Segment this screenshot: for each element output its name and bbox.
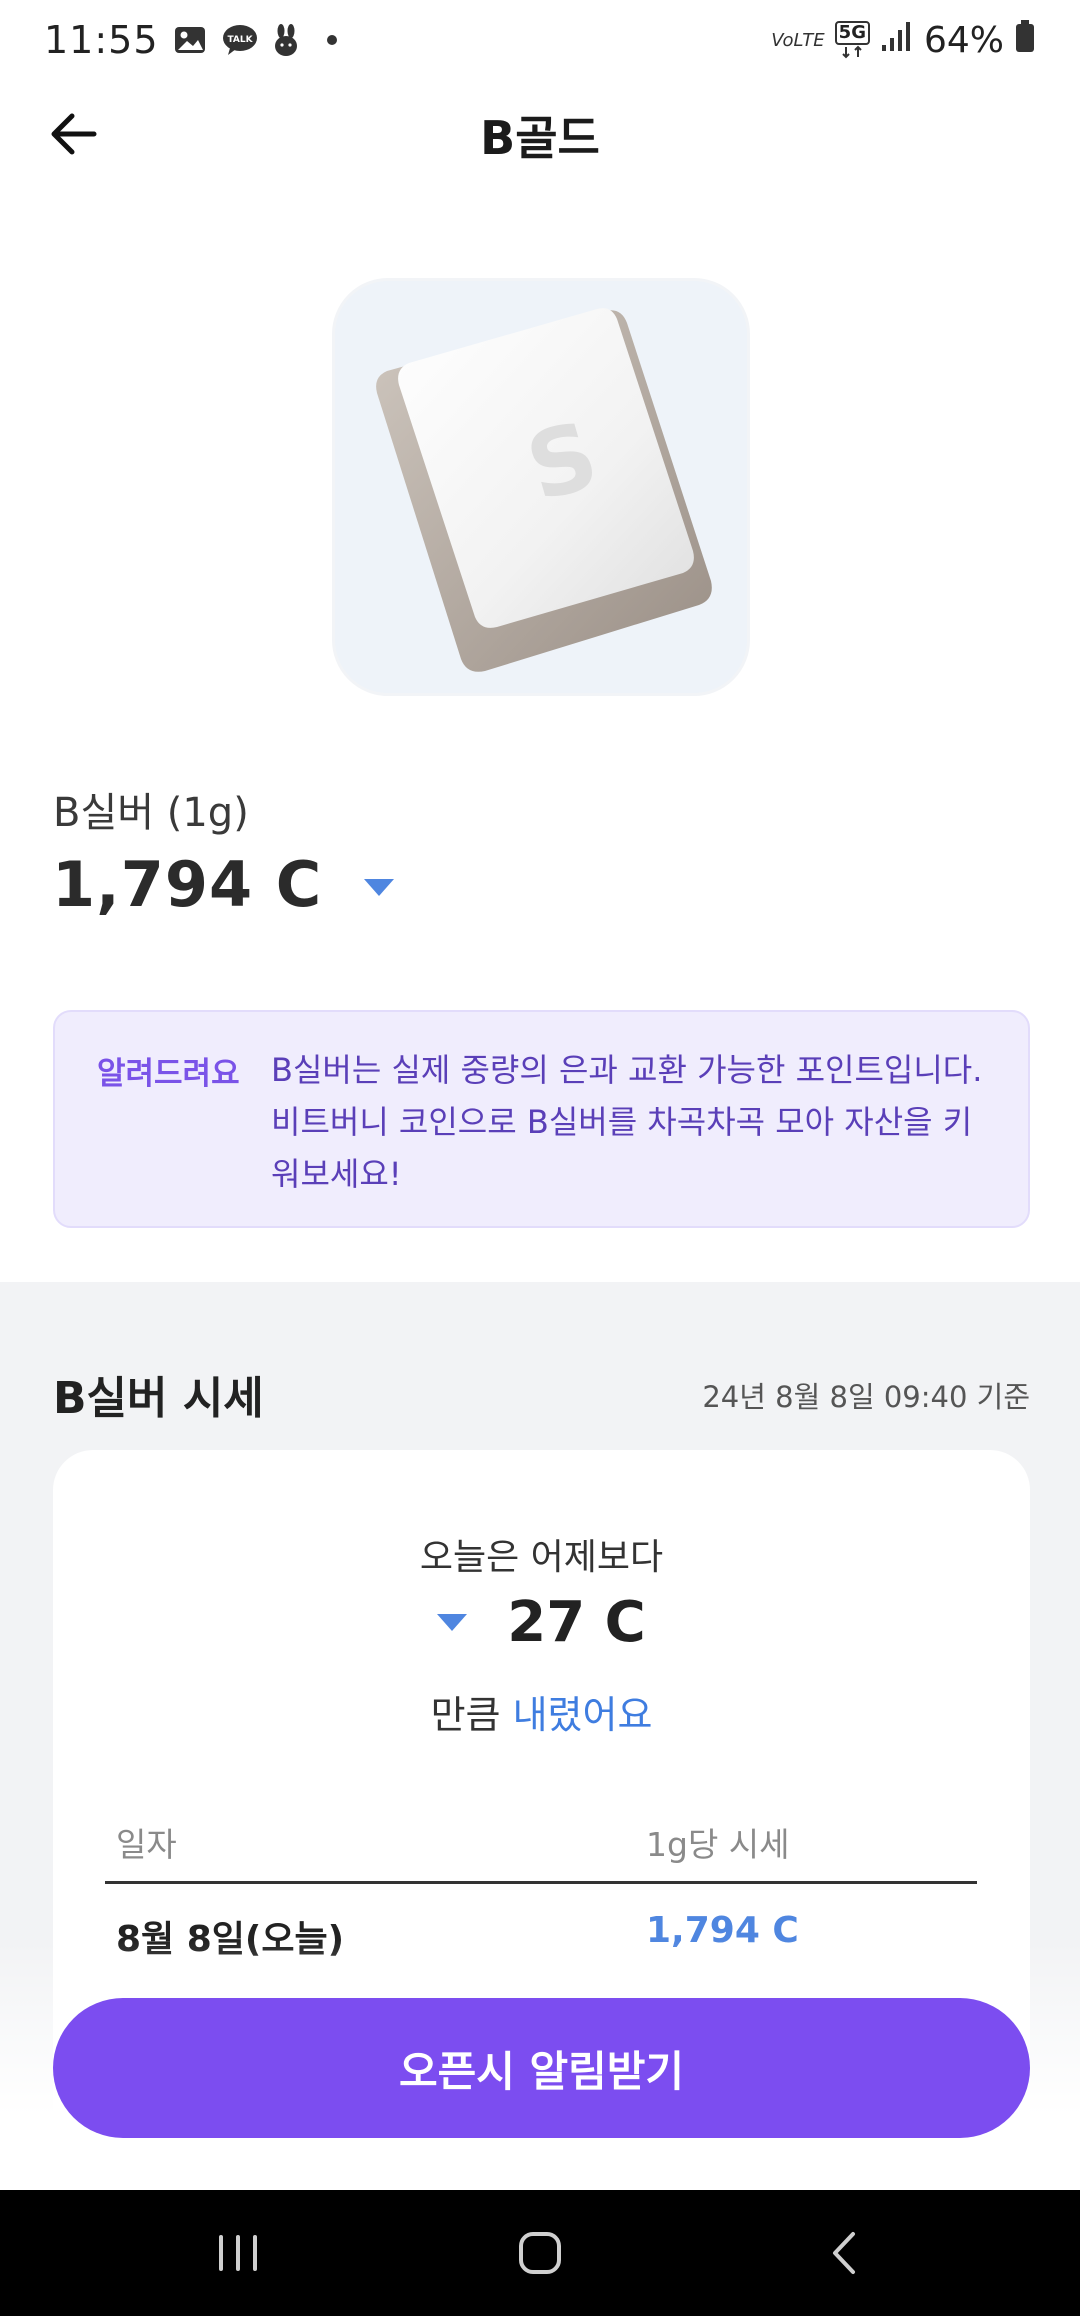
dot-icon [326, 35, 337, 45]
cta-bottom-bg [0, 2140, 1080, 2190]
change-word: 내렸어요 [512, 1693, 653, 1737]
bunny-app-icon [269, 23, 303, 57]
kakaotalk-icon: TALK [221, 23, 257, 57]
recents-icon [219, 2235, 257, 2271]
gallery-icon [173, 23, 207, 57]
5g-icon: 5G [834, 21, 870, 59]
status-bar-left: 11:55 TALK [44, 18, 337, 62]
change-value: 27 C [507, 1590, 646, 1655]
svg-text:TALK: TALK [227, 35, 253, 45]
market-title: B실버 시세 [53, 1373, 264, 1424]
home-icon [519, 2232, 561, 2274]
back-icon [833, 2232, 855, 2274]
status-bar: 11:55 TALK VoLTE 5G 64% [0, 0, 1080, 80]
status-time: 11:55 [44, 18, 159, 62]
market-as-of: 24년 8월 8일 09:40 기준 [702, 1380, 1030, 1414]
volte-icon: VoLTE [771, 29, 825, 51]
price-row: 1,794 C [52, 848, 395, 921]
change-sentence: 만큼 내렸어요 [53, 1684, 1030, 1739]
change-row: 27 C [53, 1590, 1030, 1655]
notice-text: B실버는 실제 중량의 은과 교환 가능한 포인트입니다. 비트버니 코인으로 … [271, 1051, 983, 1193]
notify-button[interactable]: 오픈시 알림받기 [53, 1998, 1030, 2138]
app-bar: B골드 [0, 80, 1080, 184]
price-down-icon [364, 879, 395, 896]
change-prefix: 만큼 [430, 1693, 501, 1737]
signal-icon [880, 19, 914, 62]
page-title: B골드 [480, 111, 600, 165]
status-bar-right: VoLTE 5G 64% [771, 19, 1036, 62]
compare-label: 오늘은 어제보다 [419, 1537, 664, 1578]
recents-button[interactable] [198, 2218, 278, 2288]
silver-bar-icon: S [376, 308, 712, 672]
notice-tag: 알려드려요 [97, 1056, 240, 1092]
table-header-date: 일자 [116, 1825, 177, 1864]
table-divider [105, 1881, 977, 1884]
nav-back-button[interactable] [804, 2218, 884, 2288]
battery-icon [1014, 19, 1036, 62]
system-nav-bar [0, 2190, 1080, 2316]
table-header-price: 1g당 시세 [646, 1825, 790, 1864]
notice-box: 알려드려요 B실버는 실제 중량의 은과 교환 가능한 포인트입니다. 비트버니… [53, 1010, 1030, 1228]
change-down-icon [437, 1614, 468, 1631]
home-button[interactable] [500, 2218, 580, 2288]
product-image-card: S [332, 278, 750, 696]
product-name: B실버 (1g) [53, 790, 249, 836]
product-price: 1,794 C [52, 848, 323, 921]
battery-percent: 64% [923, 19, 1004, 61]
